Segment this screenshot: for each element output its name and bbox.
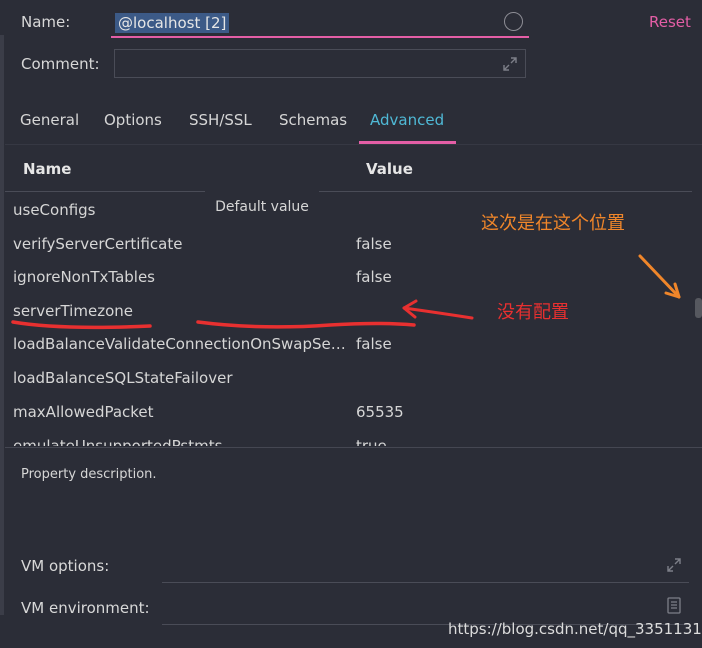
circle-icon[interactable] <box>504 12 523 31</box>
vm-environment-label: VM environment: <box>21 599 150 617</box>
tab-advanced[interactable]: Advanced <box>370 111 444 129</box>
tab-options[interactable]: Options <box>104 111 162 129</box>
property-name: serverTimezone <box>13 302 133 320</box>
property-description: Property description. <box>21 467 157 482</box>
annotation-no-config-note: 没有配置 <box>497 302 569 323</box>
name-value: @localhost [2] <box>115 13 230 33</box>
property-name: ignoreNonTxTables <box>13 268 155 286</box>
table-row[interactable]: maxAllowedPacket 65535 <box>5 395 693 429</box>
property-name: verifyServerCertificate <box>13 235 183 253</box>
table-row[interactable]: ignoreNonTxTables false <box>5 260 693 294</box>
table-row[interactable]: loadBalanceValidateConnectionOnSwapServ.… <box>5 327 693 361</box>
tab-general[interactable]: General <box>20 111 79 129</box>
name-input[interactable]: @localhost [2] <box>111 8 529 38</box>
tabs-divider <box>5 144 702 145</box>
property-value[interactable]: true <box>356 429 387 446</box>
tab-ssh-ssl[interactable]: SSH/SSL <box>189 111 252 129</box>
vm-options-input[interactable] <box>162 582 689 583</box>
table-bottom-divider <box>5 447 702 448</box>
property-name: loadBalanceValidateConnectionOnSwapServ.… <box>13 335 351 353</box>
reset-button[interactable]: Reset <box>649 13 691 31</box>
property-name: emulateUnsupportedPstmts <box>13 437 223 446</box>
table-row[interactable]: serverTimezone <box>5 294 693 328</box>
header-divider <box>5 191 692 192</box>
comment-input[interactable] <box>114 49 526 78</box>
vm-options-label: VM options: <box>21 557 110 575</box>
scrollbar-thumb[interactable] <box>695 298 702 318</box>
active-tab-indicator <box>359 141 456 144</box>
comment-label: Comment: <box>21 55 100 73</box>
table-row[interactable]: loadBalanceSQLStateFailover <box>5 361 693 395</box>
column-header-name[interactable]: Name <box>23 160 71 178</box>
expand-icon[interactable] <box>502 56 518 72</box>
property-name: maxAllowedPacket <box>13 403 154 421</box>
property-value[interactable]: false <box>356 327 392 361</box>
table-row[interactable]: emulateUnsupportedPstmts true <box>5 429 693 446</box>
property-name: loadBalanceSQLStateFailover <box>13 369 233 387</box>
property-value[interactable]: false <box>356 260 392 294</box>
default-value-tooltip: Default value <box>205 191 319 224</box>
watermark: https://blog.csdn.net/qq_33511315 <box>448 620 702 638</box>
document-icon[interactable] <box>667 597 681 614</box>
column-header-value[interactable]: Value <box>366 160 413 178</box>
tab-schemas[interactable]: Schemas <box>279 111 347 129</box>
property-value[interactable]: 65535 <box>356 395 404 429</box>
left-border <box>0 35 4 615</box>
property-value[interactable]: false <box>356 227 392 261</box>
expand-icon[interactable] <box>666 557 682 573</box>
annotation-position-note: 这次是在这个位置 <box>481 213 625 234</box>
name-label: Name: <box>21 13 71 31</box>
